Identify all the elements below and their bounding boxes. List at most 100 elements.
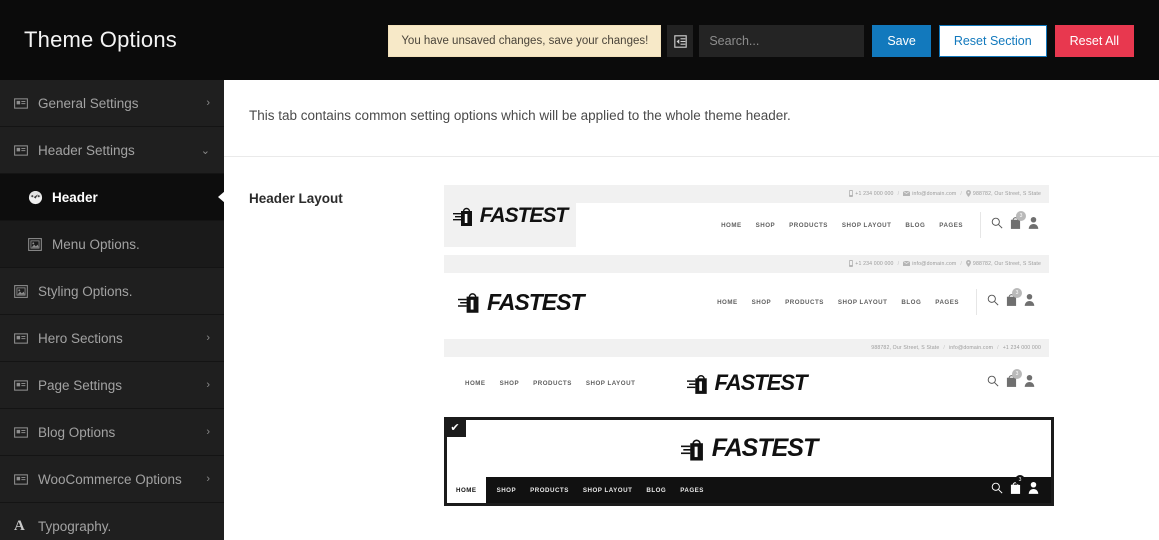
nav-item[interactable]: SHOP xyxy=(756,222,776,229)
image-icon xyxy=(28,237,52,251)
nav-item[interactable]: HOME xyxy=(721,222,742,229)
header-layout-option-2[interactable]: +1 234 000 000 / info@domain.com / 98878… xyxy=(444,255,1049,331)
search-icon[interactable] xyxy=(991,481,1003,499)
nav-item-active[interactable]: HOME xyxy=(447,477,486,503)
cart-icon[interactable]: 3 xyxy=(1010,475,1025,499)
reset-all-button[interactable]: Reset All xyxy=(1054,25,1134,57)
shopping-bag-logo-icon xyxy=(680,435,711,463)
envelope-icon xyxy=(902,190,911,198)
user-icon[interactable] xyxy=(1028,481,1039,499)
nav-item[interactable]: BLOG xyxy=(646,487,666,494)
nav-item[interactable]: SHOP xyxy=(500,380,520,387)
separator: / xyxy=(960,191,962,197)
search-icon[interactable] xyxy=(991,216,1003,234)
contact-address: 988782, Our Street, S State xyxy=(871,345,940,351)
cart-icon[interactable]: 3 xyxy=(1006,288,1022,311)
nav-item[interactable]: SHOP xyxy=(497,487,517,494)
sidebar-item-hero-sections[interactable]: Hero Sections › xyxy=(0,315,224,362)
header-layout-option-1[interactable]: FASTEST +1 234 000 000 / info@domain.com… xyxy=(444,185,1049,247)
preview-dark-nav: HOME SHOP PRODUCTS SHOP LAYOUT BLOG PAGE… xyxy=(447,475,1051,503)
shopping-bag-logo-icon xyxy=(458,289,486,315)
brand-logo: FASTEST xyxy=(458,289,585,316)
main-content: This tab contains common setting options… xyxy=(224,80,1159,540)
user-icon[interactable] xyxy=(1024,293,1035,311)
logo-box: FASTEST xyxy=(444,185,576,247)
sidebar-collapse-glyph xyxy=(674,34,687,48)
search-input[interactable] xyxy=(699,25,865,57)
sidebar-item-general-settings[interactable]: General Settings › xyxy=(0,80,224,127)
nav-item[interactable]: SHOP LAYOUT xyxy=(586,380,636,387)
id-card-icon xyxy=(14,473,38,485)
preview-action-icons: 3 xyxy=(991,211,1039,234)
sidebar-item-label: Menu Options. xyxy=(52,236,140,252)
nav-item[interactable]: PAGES xyxy=(939,222,963,229)
chevron-right-icon: › xyxy=(206,97,210,109)
user-icon[interactable] xyxy=(1024,374,1035,392)
header-layout-option-3[interactable]: 988782, Our Street, S State / info@domai… xyxy=(444,339,1049,409)
chevron-right-icon: › xyxy=(206,379,210,391)
brand-logo-text: FASTEST xyxy=(714,370,807,395)
sidebar-item-woocommerce-options[interactable]: WooCommerce Options › xyxy=(0,456,224,503)
preview-topbar: 988782, Our Street, S State / info@domai… xyxy=(444,339,1049,357)
id-card-icon xyxy=(14,144,38,156)
sidebar-item-styling-options[interactable]: Styling Options. xyxy=(0,268,224,315)
cart-count-badge: 3 xyxy=(1015,475,1025,485)
phone-icon xyxy=(849,259,854,269)
header-layout-options: FASTEST +1 234 000 000 / info@domain.com… xyxy=(444,185,1159,514)
nav-item[interactable]: SHOP LAYOUT xyxy=(842,222,892,229)
chevron-down-icon: ⌄ xyxy=(200,144,210,157)
dashboard-icon xyxy=(28,190,52,205)
nav-item[interactable]: PRODUCTS xyxy=(789,222,828,229)
header-layout-option-4[interactable]: FASTEST HOME SHOP PRODUCTS SHOP LAYOUT B… xyxy=(444,417,1054,506)
preview-nav: HOME SHOP PRODUCTS SHOP LAYOUT BLOG PAGE… xyxy=(714,222,970,229)
sidebar-item-header-settings[interactable]: Header Settings ⌄ xyxy=(0,127,224,174)
chevron-right-icon: › xyxy=(206,332,210,344)
sidebar-item-header[interactable]: Header xyxy=(0,174,225,221)
id-card-icon xyxy=(14,332,38,344)
search-icon[interactable] xyxy=(987,374,999,392)
nav-item[interactable]: BLOG xyxy=(901,299,921,306)
cart-icon[interactable]: 3 xyxy=(1010,211,1026,234)
nav-item[interactable]: HOME xyxy=(465,380,486,387)
chevron-right-icon: › xyxy=(206,426,210,438)
nav-item[interactable]: PAGES xyxy=(935,299,959,306)
nav-item[interactable]: SHOP xyxy=(752,299,772,306)
search-icon[interactable] xyxy=(987,293,999,311)
separator: / xyxy=(960,261,962,267)
user-icon[interactable] xyxy=(1028,216,1039,234)
preview-nav: HOME SHOP PRODUCTS SHOP LAYOUT xyxy=(458,380,642,387)
nav-item[interactable]: PRODUCTS xyxy=(785,299,824,306)
header-layout-field: Header Layout FASTEST +1 234 000 000 / i… xyxy=(224,157,1159,514)
nav-item[interactable]: PAGES xyxy=(680,487,704,494)
sidebar-item-blog-options[interactable]: Blog Options › xyxy=(0,409,224,456)
nav-item[interactable]: SHOP LAYOUT xyxy=(583,487,633,494)
contact-address: 988782, Our Street, S State xyxy=(972,261,1041,267)
preview-action-icons: 3 xyxy=(987,369,1035,392)
sidebar-item-label: Blog Options xyxy=(38,424,116,440)
preview-nav-row: HOME SHOP PRODUCTS SHOP LAYOUT BLOG PAGE… xyxy=(576,203,1049,247)
check-icon: ✔ xyxy=(450,421,460,434)
cart-icon[interactable]: 3 xyxy=(1006,369,1022,392)
brand-logo: FASTEST xyxy=(686,370,808,396)
sidebar-item-menu-options[interactable]: Menu Options. xyxy=(0,221,224,268)
sidebar-collapse-icon[interactable] xyxy=(667,25,694,57)
nav-item[interactable]: BLOG xyxy=(905,222,925,229)
id-card-icon xyxy=(14,97,38,109)
save-button[interactable]: Save xyxy=(872,25,931,57)
reset-section-button[interactable]: Reset Section xyxy=(938,25,1047,57)
contact-phone: +1 234 000 000 xyxy=(1002,345,1041,351)
sidebar-item-label: Typography. xyxy=(38,518,112,534)
nav-item[interactable]: SHOP LAYOUT xyxy=(838,299,888,306)
sidebar-item-page-settings[interactable]: Page Settings › xyxy=(0,362,224,409)
nav-item[interactable]: PRODUCTS xyxy=(530,487,569,494)
nav-item[interactable]: PRODUCTS xyxy=(533,380,572,387)
shopping-bag-logo-icon xyxy=(452,204,479,228)
cart-count-badge: 3 xyxy=(1012,369,1022,379)
unsaved-changes-notice: You have unsaved changes, save your chan… xyxy=(388,25,662,57)
sidebar-nav: General Settings › Header Settings ⌄ Hea… xyxy=(0,80,225,540)
nav-item[interactable]: HOME xyxy=(717,299,738,306)
sidebar-item-typography[interactable]: A Typography. xyxy=(0,503,224,540)
layout-right-column: +1 234 000 000 / info@domain.com / 98878… xyxy=(576,185,1049,247)
sidebar-item-label: Hero Sections xyxy=(38,330,123,346)
sidebar-item-label: Styling Options. xyxy=(38,283,133,299)
